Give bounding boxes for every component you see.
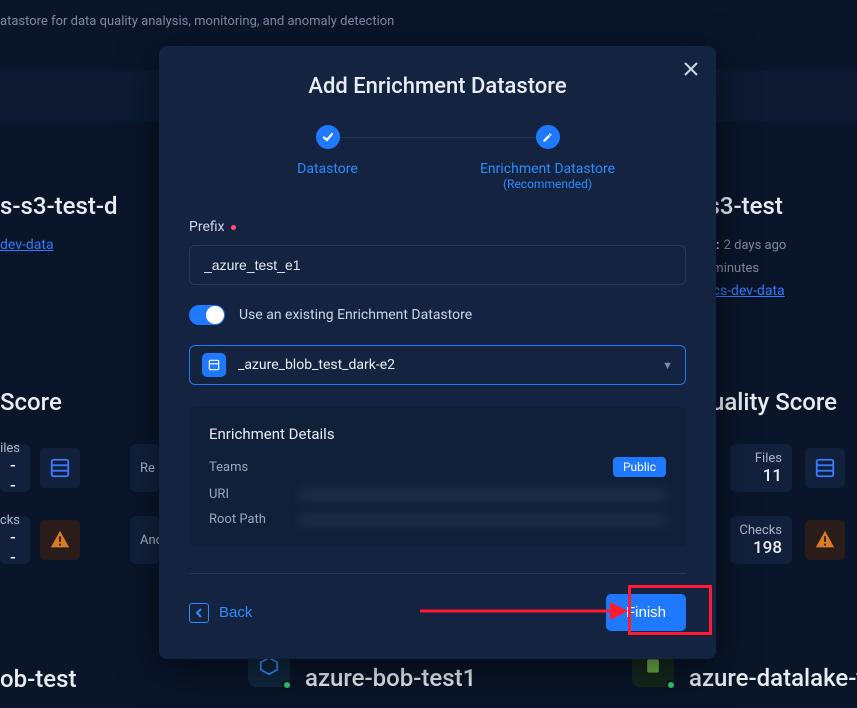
status-dot-online [666,680,676,690]
score-header-right: uality Score [711,388,837,416]
step-sublabel: (Recommended) [503,177,592,191]
page-subtitle: atastore for data quality analysis, moni… [0,14,394,29]
step-label: Enrichment Datastore [480,161,615,177]
chevron-down-icon: ▼ [662,359,673,372]
card-link-left[interactable]: dev-data [0,237,54,253]
toggle-label: Use an existing Enrichment Datastore [239,307,472,323]
redacted-value [299,488,666,502]
datastore-icon [643,656,663,676]
public-badge: Public [613,457,666,477]
required-indicator [231,225,236,230]
stat-label: Re [140,461,150,476]
stat-label: Files [755,451,782,466]
stepper: Datastore Enrichment Datastore (Recommen… [189,125,686,191]
card-title: ob-test [0,665,76,693]
use-existing-toggle[interactable] [189,305,225,325]
warning-icon [814,529,836,551]
chevron-left-icon [189,603,209,623]
card-title: azure-bob-test1 [305,664,476,692]
step-label: Datastore [297,161,358,177]
database-icon [49,457,71,479]
stat-label: iles [0,441,20,456]
warning-icon [49,529,71,551]
stat-value: -- [10,528,20,568]
database-icon [814,457,836,479]
pencil-icon [542,132,553,143]
modal-title: Add Enrichment Datastore [189,74,686,99]
card-title-left: s-s3-test-d [0,192,118,220]
step-enrichment[interactable]: Enrichment Datastore (Recommended) [438,125,658,191]
details-key-teams: Teams [209,460,299,475]
close-icon [684,62,698,76]
stat-value: -- [10,456,20,496]
select-value: _azure_blob_test_dark-e2 [238,357,650,373]
stat-label: Ano [140,533,150,548]
enrichment-details-panel: Enrichment Details Teams Public URI Root… [189,407,686,547]
details-title: Enrichment Details [209,425,666,443]
close-button[interactable] [684,60,698,81]
details-key-uri: URI [209,487,299,502]
status-dot-online [282,680,292,690]
card-title: azure-datalake-t [689,664,857,692]
add-enrichment-modal: Add Enrichment Datastore Datastore Enric… [159,46,716,659]
divider [189,573,686,574]
redacted-value [299,513,666,527]
finish-button[interactable]: Finish [606,594,686,631]
stat-label: Checks [739,523,782,538]
prefix-input[interactable] [189,245,686,285]
back-button[interactable]: Back [189,603,252,623]
prefix-label: Prefix [189,219,686,235]
step-datastore[interactable]: Datastore [218,125,438,177]
stat-label: cks [0,513,20,528]
enrichment-select[interactable]: _azure_blob_test_dark-e2 ▼ [189,345,686,385]
details-key-root: Root Path [209,512,299,527]
score-header-left: Score [0,388,62,416]
storage-icon [207,358,221,372]
check-icon [322,131,334,143]
back-label: Back [219,604,252,621]
stat-value: 11 [763,466,782,486]
stat-value: 198 [753,538,782,558]
meta-value: 2 days ago [724,238,787,253]
